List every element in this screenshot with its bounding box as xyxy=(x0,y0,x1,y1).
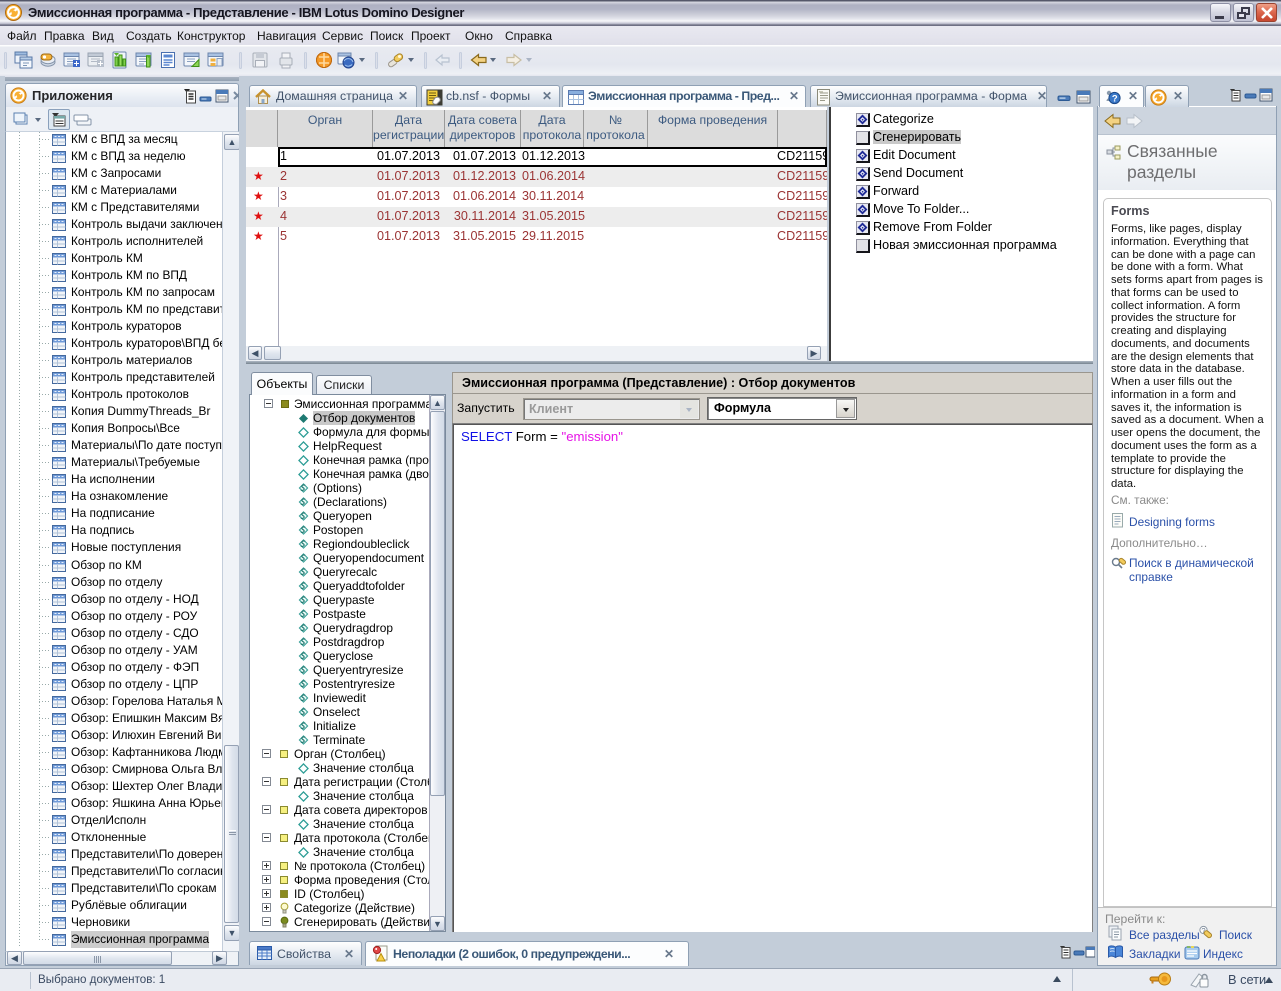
svg-text:?: ? xyxy=(1112,94,1118,105)
